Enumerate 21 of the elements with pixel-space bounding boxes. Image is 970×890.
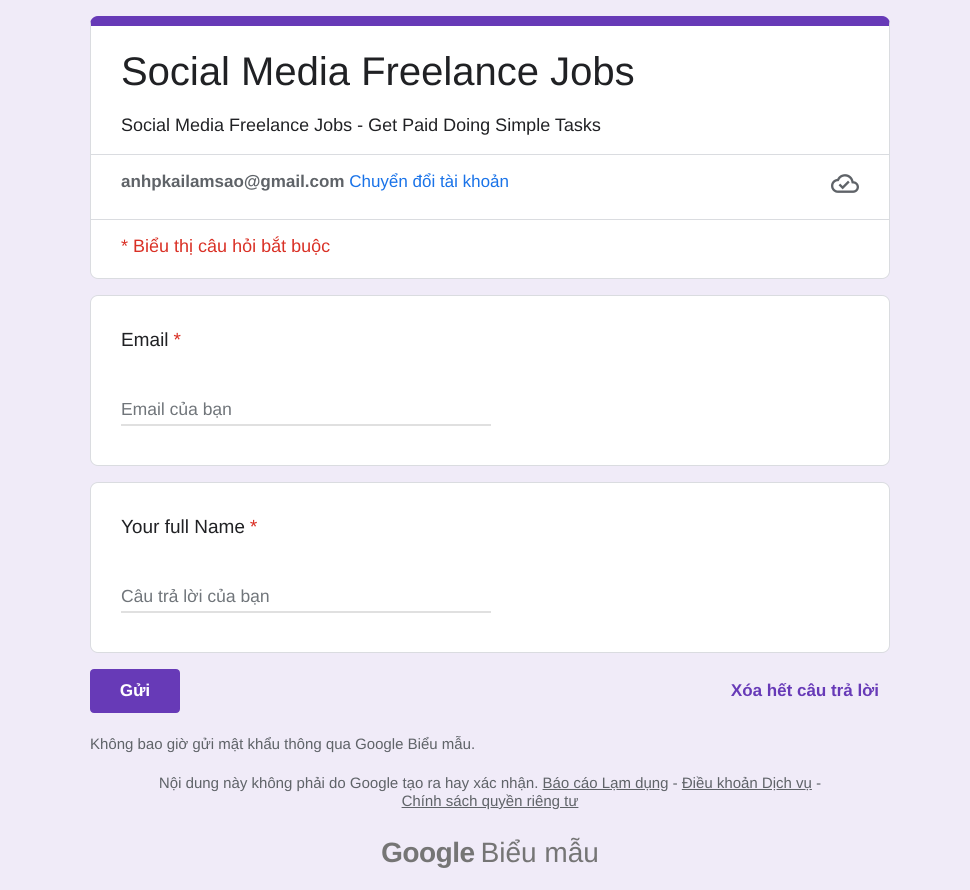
product-name: Biểu mẫu	[480, 837, 599, 869]
form-title: Social Media Freelance Jobs	[121, 49, 636, 96]
required-mark: *	[250, 517, 258, 538]
required-mark: *	[174, 330, 181, 351]
clear-form-link[interactable]: Xóa hết câu trả lời	[730, 681, 879, 701]
required-note: * Biểu thị câu hỏi bắt buộc	[121, 236, 330, 256]
footer-link[interactable]: Báo cáo Lạm dụng	[542, 775, 668, 792]
password-warning: Không bao giờ gửi mật khẩu thông qua Google Biểu mẫu.	[90, 736, 476, 754]
answer-field[interactable]: Câu trả lời của bạn	[121, 580, 491, 613]
brand-wordmark: Google	[381, 837, 475, 869]
form-description: Social Media Freelance Jobs - Get Paid Doing Simple Tasks	[121, 114, 602, 136]
question-label: Your full Name	[121, 517, 245, 538]
footer-link[interactable]: Chính sách quyền riêng tư	[402, 793, 578, 810]
question-label: Email	[121, 330, 169, 351]
submit-button[interactable]: Gửi	[90, 669, 180, 713]
switch-account-link[interactable]: Chuyển đổi tài khoản	[349, 172, 509, 191]
footer-link[interactable]: Điều khoản Dịch vụ	[682, 775, 812, 792]
answer-field[interactable]: Email của bạn	[121, 393, 491, 426]
cloud-check-icon	[831, 174, 859, 193]
account-email: anhpkailamsao@gmail.com	[121, 172, 344, 191]
disclaimer-text: Nội dung này không phải do Google tạo ra hay xác nhận. Báo cáo Lạm dụng - Điều khoản Dịch vụ - Chính sách quyền riêng tư	[158, 775, 822, 811]
